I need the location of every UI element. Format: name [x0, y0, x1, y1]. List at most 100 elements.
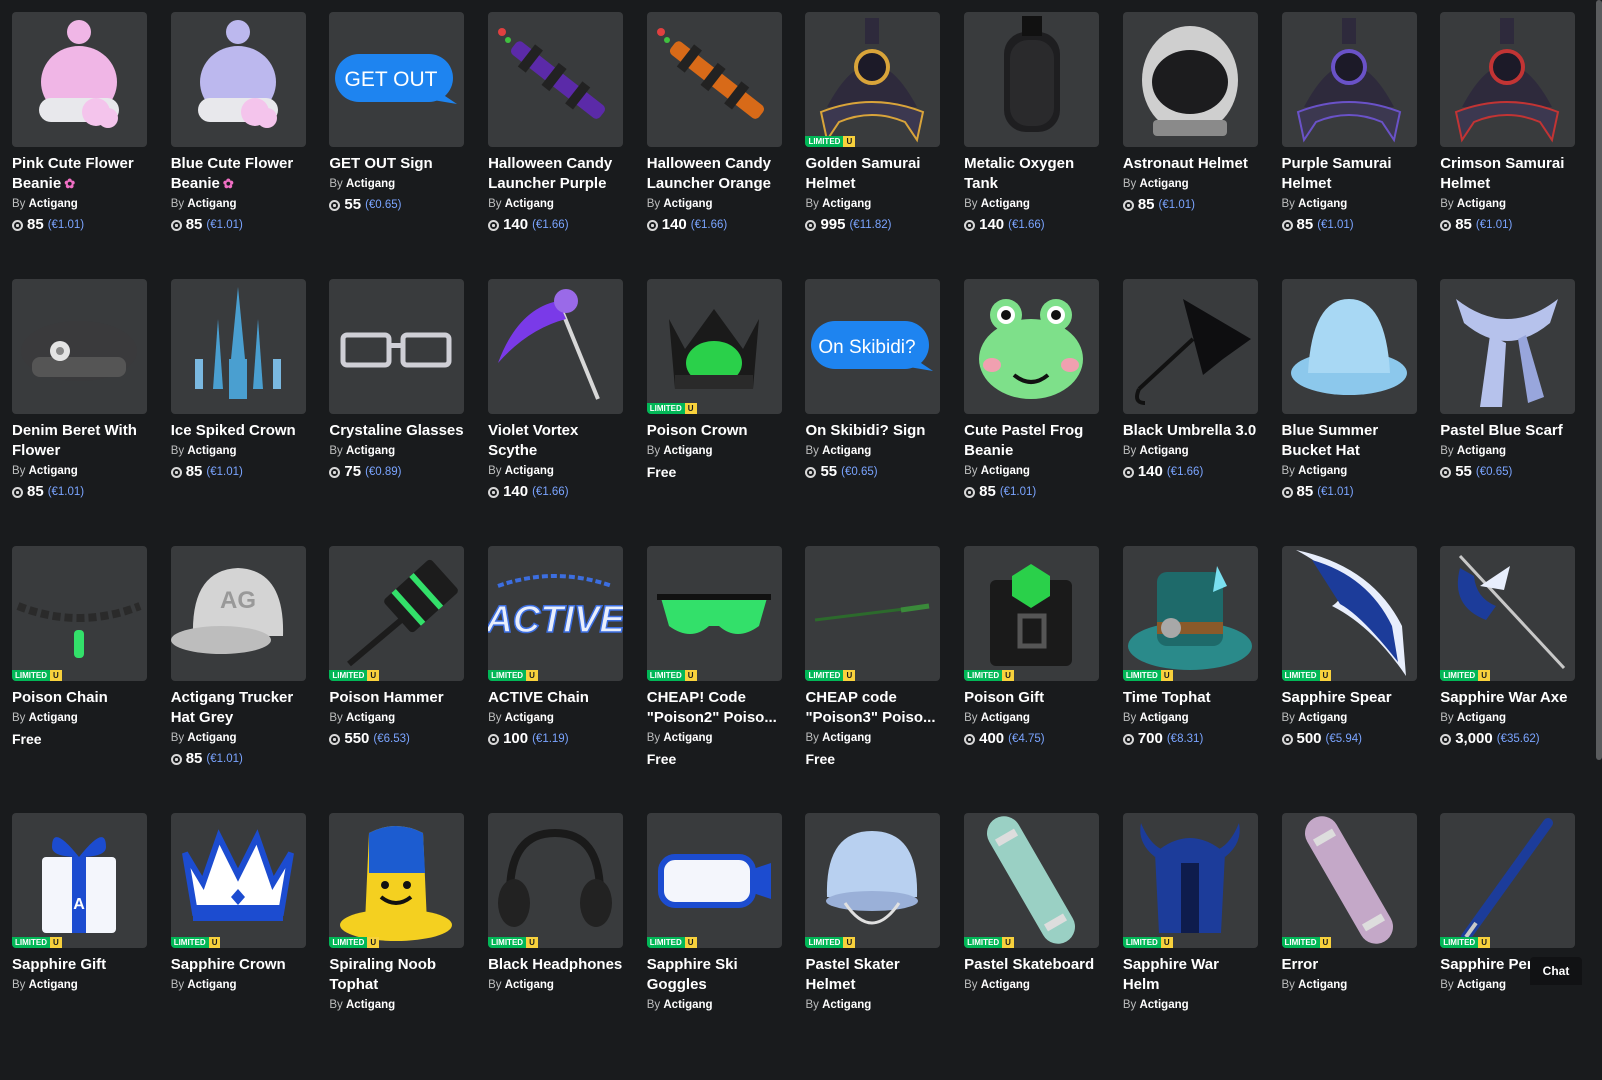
creator-link[interactable]: Actigang: [981, 198, 1030, 210]
creator-link[interactable]: Actigang: [1139, 445, 1188, 457]
item-card[interactable]: AGActigang Trucker Hat GreyBy Actigang85…: [171, 546, 306, 813]
item-card[interactable]: Cute Pastel Frog BeanieBy Actigang85(€1.…: [964, 279, 1099, 546]
creator-link[interactable]: Actigang: [663, 732, 712, 744]
creator-link[interactable]: Actigang: [346, 445, 395, 457]
item-thumbnail[interactable]: [488, 12, 623, 147]
creator-link[interactable]: Actigang: [29, 979, 78, 991]
item-name[interactable]: CHEAP! Code "Poison2" Poiso...: [647, 688, 782, 728]
item-name[interactable]: Sapphire Spear: [1282, 688, 1417, 708]
item-name[interactable]: Black Umbrella 3.0: [1123, 421, 1258, 441]
item-thumbnail[interactable]: [488, 279, 623, 414]
creator-link[interactable]: Actigang: [822, 445, 871, 457]
item-card[interactable]: Denim Beret With FlowerBy Actigang85(€1.…: [12, 279, 147, 546]
creator-link[interactable]: Actigang: [505, 465, 554, 477]
item-thumbnail[interactable]: [171, 12, 306, 147]
item-thumbnail[interactable]: On Skibidi?: [805, 279, 940, 414]
item-thumbnail[interactable]: LIMITED U: [1123, 546, 1258, 681]
item-thumbnail[interactable]: [1282, 279, 1417, 414]
item-card[interactable]: LIMITED U Sapphire Ski GogglesBy Actigan…: [647, 813, 782, 1080]
item-thumbnail[interactable]: LIMITED U: [647, 279, 782, 414]
item-name[interactable]: Crystaline Glasses: [329, 421, 464, 441]
item-name[interactable]: Cute Pastel Frog Beanie: [964, 421, 1099, 461]
item-name[interactable]: Halloween Candy Launcher Purple: [488, 154, 623, 194]
creator-link[interactable]: Actigang: [1457, 712, 1506, 724]
item-card[interactable]: Halloween Candy Launcher PurpleBy Actiga…: [488, 12, 623, 279]
creator-link[interactable]: Actigang: [822, 999, 871, 1011]
item-thumbnail[interactable]: [1123, 279, 1258, 414]
item-thumbnail[interactable]: LIMITED U: [1282, 813, 1417, 948]
item-card[interactable]: LIMITED U ErrorBy Actigang: [1282, 813, 1417, 1080]
item-name[interactable]: Poison Chain: [12, 688, 147, 708]
creator-link[interactable]: Actigang: [663, 198, 712, 210]
creator-link[interactable]: Actigang: [1457, 979, 1506, 991]
item-card[interactable]: LIMITED U Poison ChainBy ActigangFree: [12, 546, 147, 813]
item-card[interactable]: LIMITED U Poison HammerBy Actigang550(€6…: [329, 546, 464, 813]
creator-link[interactable]: Actigang: [505, 198, 554, 210]
item-card[interactable]: On Skibidi?On Skibidi? SignBy Actigang55…: [805, 279, 940, 546]
item-name[interactable]: Black Headphones: [488, 955, 623, 975]
item-card[interactable]: Ice Spiked CrownBy Actigang85(€1.01): [171, 279, 306, 546]
item-card[interactable]: GET OUTGET OUT SignBy Actigang55(€0.65): [329, 12, 464, 279]
item-thumbnail[interactable]: LIMITED U: [329, 546, 464, 681]
item-name[interactable]: Sapphire War Axe: [1440, 688, 1575, 708]
item-name[interactable]: Spiraling Noob Tophat: [329, 955, 464, 995]
item-name[interactable]: Astronaut Helmet: [1123, 154, 1258, 174]
creator-link[interactable]: Actigang: [1298, 465, 1347, 477]
item-name[interactable]: Poison Hammer: [329, 688, 464, 708]
item-thumbnail[interactable]: LIMITED U: [1440, 546, 1575, 681]
chat-button[interactable]: Chat: [1530, 957, 1582, 985]
item-card[interactable]: Black Umbrella 3.0By Actigang140(€1.66): [1123, 279, 1258, 546]
creator-link[interactable]: Actigang: [822, 732, 871, 744]
item-thumbnail[interactable]: LIMITED U: [647, 546, 782, 681]
item-name[interactable]: Error: [1282, 955, 1417, 975]
item-card[interactable]: Pastel Blue ScarfBy Actigang55(€0.65): [1440, 279, 1575, 546]
item-name[interactable]: Sapphire Crown: [171, 955, 306, 975]
creator-link[interactable]: Actigang: [1139, 712, 1188, 724]
item-name[interactable]: Blue Summer Bucket Hat: [1282, 421, 1417, 461]
creator-link[interactable]: Actigang: [505, 712, 554, 724]
item-thumbnail[interactable]: [329, 279, 464, 414]
item-thumbnail[interactable]: [1440, 279, 1575, 414]
item-name[interactable]: Pastel Skater Helmet: [805, 955, 940, 995]
creator-link[interactable]: Actigang: [1139, 999, 1188, 1011]
item-card[interactable]: LIMITED U Sapphire CrownBy Actigang: [171, 813, 306, 1080]
item-thumbnail[interactable]: [964, 279, 1099, 414]
item-thumbnail[interactable]: GET OUT: [329, 12, 464, 147]
creator-link[interactable]: Actigang: [346, 999, 395, 1011]
item-thumbnail[interactable]: LIMITED U: [1282, 546, 1417, 681]
item-name[interactable]: ACTIVE Chain: [488, 688, 623, 708]
item-card[interactable]: Blue Cute Flower Beanie✿By Actigang85(€1…: [171, 12, 306, 279]
item-thumbnail[interactable]: LIMITED U: [964, 546, 1099, 681]
item-card[interactable]: LIMITED U CHEAP! Code "Poison2" Poiso...…: [647, 546, 782, 813]
item-card[interactable]: Blue Summer Bucket HatBy Actigang85(€1.0…: [1282, 279, 1417, 546]
item-card[interactable]: LIMITED U Sapphire War HelmBy Actigang: [1123, 813, 1258, 1080]
creator-link[interactable]: Actigang: [187, 732, 236, 744]
item-name[interactable]: On Skibidi? Sign: [805, 421, 940, 441]
item-thumbnail[interactable]: [171, 279, 306, 414]
item-name[interactable]: Ice Spiked Crown: [171, 421, 306, 441]
item-card[interactable]: A LIMITED U Sapphire GiftBy Actigang: [12, 813, 147, 1080]
creator-link[interactable]: Actigang: [1298, 712, 1347, 724]
creator-link[interactable]: Actigang: [981, 465, 1030, 477]
item-name[interactable]: Poison Crown: [647, 421, 782, 441]
item-thumbnail[interactable]: AG: [171, 546, 306, 681]
item-thumbnail[interactable]: [12, 12, 147, 147]
item-thumbnail[interactable]: ACTIVE LIMITED U: [488, 546, 623, 681]
item-card[interactable]: LIMITED U Spiraling Noob TophatBy Actiga…: [329, 813, 464, 1080]
item-thumbnail[interactable]: LIMITED U: [1440, 813, 1575, 948]
item-card[interactable]: ACTIVE LIMITED U ACTIVE ChainBy Actigang…: [488, 546, 623, 813]
scrollbar[interactable]: [1596, 0, 1602, 760]
item-card[interactable]: LIMITED U Black HeadphonesBy Actigang: [488, 813, 623, 1080]
item-thumbnail[interactable]: LIMITED U: [1123, 813, 1258, 948]
creator-link[interactable]: Actigang: [1298, 198, 1347, 210]
item-thumbnail[interactable]: [1123, 12, 1258, 147]
creator-link[interactable]: Actigang: [187, 445, 236, 457]
creator-link[interactable]: Actigang: [1298, 979, 1347, 991]
creator-link[interactable]: Actigang: [187, 979, 236, 991]
item-name[interactable]: Halloween Candy Launcher Orange: [647, 154, 782, 194]
item-name[interactable]: Pastel Blue Scarf: [1440, 421, 1575, 441]
item-thumbnail[interactable]: LIMITED U: [964, 813, 1099, 948]
item-card[interactable]: LIMITED U Sapphire SpearBy Actigang500(€…: [1282, 546, 1417, 813]
item-name[interactable]: Crimson Samurai Helmet: [1440, 154, 1575, 194]
creator-link[interactable]: Actigang: [187, 198, 236, 210]
